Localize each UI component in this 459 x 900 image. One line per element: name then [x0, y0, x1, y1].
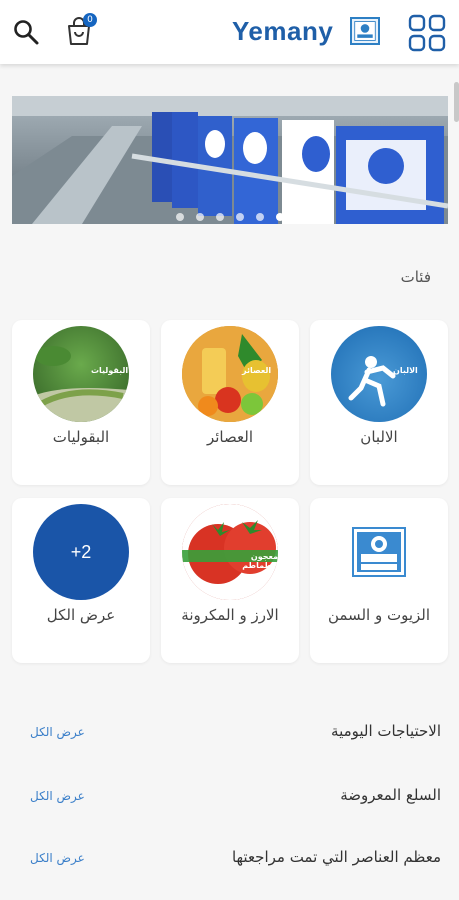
category-label: البقوليات: [52, 428, 110, 446]
section-row-daily-needs: الاحتياجات اليومية عرض الكل: [0, 712, 459, 756]
search-icon[interactable]: [12, 18, 40, 46]
section-title: الاحتياجات اليومية: [331, 722, 441, 740]
view-all-link[interactable]: عرض الكل: [30, 851, 85, 865]
dairy-image: الالبان: [331, 326, 427, 422]
rice-pasta-image: معجون الطماطم: [182, 504, 278, 600]
promo-banner[interactable]: [12, 96, 448, 224]
rice-pasta-tag: معجون الطماطم: [242, 552, 278, 570]
category-label: الزيوت و السمن: [327, 606, 431, 624]
yemany-logo-icon: [352, 527, 406, 577]
category-label: العصائر: [206, 428, 253, 446]
banner-dot[interactable]: [176, 213, 184, 221]
category-label: الالبان: [360, 428, 398, 446]
category-card-juices[interactable]: العصائر العصائر: [161, 320, 299, 485]
category-card-dairy[interactable]: الالبان الالبان: [310, 320, 448, 485]
section-row-most-reviewed: معظم العناصر التي تمت مراجعتها عرض الكل: [0, 838, 459, 882]
legumes-image: البقوليات: [33, 326, 129, 422]
banner-dot[interactable]: [196, 213, 204, 221]
banner-dot[interactable]: [256, 213, 264, 221]
factory-banner-image: [12, 96, 448, 224]
brand-logo-icon: [350, 17, 380, 45]
banner-dot[interactable]: [216, 213, 224, 221]
banner-dot[interactable]: [236, 213, 244, 221]
view-all-link[interactable]: عرض الكل: [30, 725, 85, 739]
banner-pagination: [12, 213, 448, 221]
category-card-legumes[interactable]: البقوليات البقوليات: [12, 320, 150, 485]
app-header: 0 Yemany: [0, 0, 459, 64]
dairy-tag: الالبان: [393, 366, 418, 375]
juices-image: العصائر: [182, 326, 278, 422]
banner-scrollbar[interactable]: [454, 82, 459, 122]
categories-title: فئات: [400, 268, 431, 286]
view-all-link[interactable]: عرض الكل: [30, 789, 85, 803]
oils-image: [331, 504, 427, 600]
brand-name: Yemany: [232, 16, 334, 46]
section-row-featured: السلع المعروضة عرض الكل: [0, 776, 459, 820]
section-title: معظم العناصر التي تمت مراجعتها: [231, 848, 441, 866]
legumes-tag: البقوليات: [91, 366, 129, 375]
more-count-circle: +2: [33, 504, 129, 600]
section-title: السلع المعروضة: [340, 786, 441, 804]
juices-tag: العصائر: [242, 366, 272, 375]
banner-dot[interactable]: [276, 213, 284, 221]
cart-count-badge: 0: [83, 13, 97, 27]
category-label: عرض الكل: [46, 606, 116, 624]
category-card-oils[interactable]: الزيوت و السمن: [310, 498, 448, 663]
category-label: الارز و المكرونة: [181, 606, 279, 624]
category-card-rice-pasta[interactable]: معجون الطماطم الارز و المكرونة: [161, 498, 299, 663]
categories-grid-icon[interactable]: [408, 14, 446, 52]
category-card-view-all[interactable]: +2 عرض الكل: [12, 498, 150, 663]
